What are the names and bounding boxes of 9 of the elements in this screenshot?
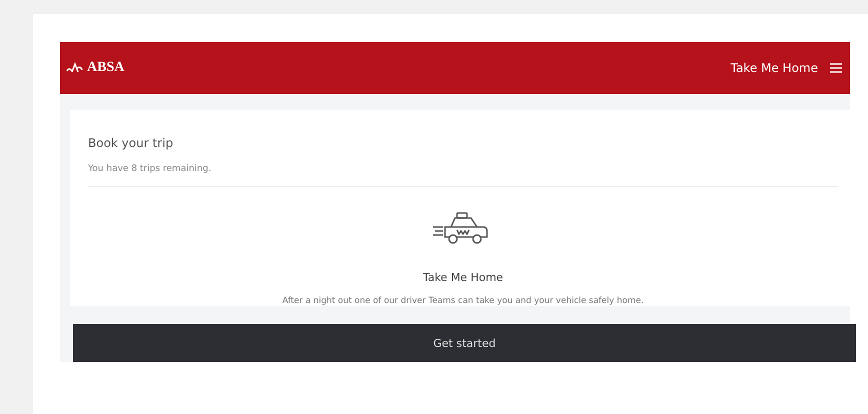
menu-icon[interactable] bbox=[830, 63, 842, 73]
card-title: Book your trip bbox=[88, 136, 174, 150]
logo-text: ABSA bbox=[87, 60, 124, 76]
service-description: After a night out one of our driver Teams can take you and your vehicle safely home. bbox=[282, 296, 644, 306]
get-started-button[interactable]: Get started bbox=[73, 324, 856, 362]
service-title: Take Me Home bbox=[422, 271, 504, 284]
trips-remaining: You have 8 trips remaining. bbox=[88, 164, 212, 174]
page-title: Take Me Home bbox=[730, 61, 818, 75]
logo-icon bbox=[66, 62, 84, 74]
